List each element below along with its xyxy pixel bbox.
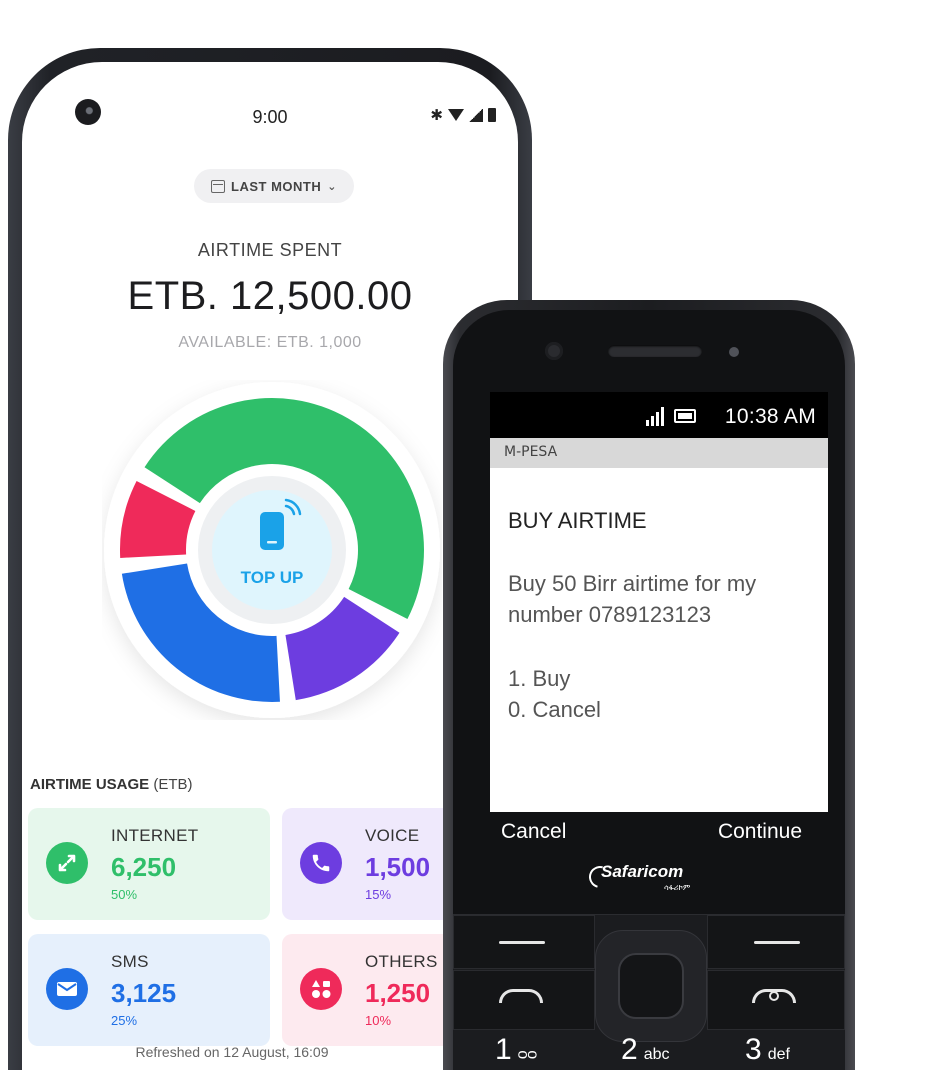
usage-card-value: 3,125 <box>111 978 177 1008</box>
usage-card-internet[interactable]: INTERNET 6,250 50% <box>28 808 270 920</box>
status-icons: ✱ <box>430 106 496 124</box>
key-letters: abc <box>643 1046 670 1063</box>
sensor-icon <box>729 347 739 357</box>
usage-card-value: 1,250 <box>365 978 431 1008</box>
key-digit: 3 <box>745 1033 762 1066</box>
usage-heading: AIRTIME USAGE (ETB) <box>30 776 193 793</box>
battery-icon <box>488 108 496 122</box>
swap-arrows-icon <box>46 842 88 884</box>
usage-card-value: 1,500 <box>365 852 431 882</box>
usage-donut-chart: TOP UP <box>104 382 440 718</box>
end-key[interactable] <box>707 970 845 1030</box>
phone-icon <box>300 842 342 884</box>
feature-phone: 10:38 AM M-PESA BUY AIRTIME Buy 50 Birr … <box>443 300 855 1070</box>
signal-icon <box>469 108 483 122</box>
battery-icon <box>674 409 696 423</box>
usage-donut: TOP UP <box>102 380 442 720</box>
ussd-message: Buy 50 Birr airtime for my number 078912… <box>508 571 757 627</box>
feature-phone-face: 10:38 AM M-PESA BUY AIRTIME Buy 50 Birr … <box>453 310 845 1070</box>
ussd-option-buy[interactable]: 1. Buy <box>508 666 570 692</box>
period-selector[interactable]: LAST MONTH ⌄ <box>194 169 354 203</box>
signal-bars-icon <box>646 406 664 426</box>
ussd-option-cancel[interactable]: 0. Cancel <box>508 697 601 723</box>
call-key[interactable] <box>453 970 595 1030</box>
keypad: 1 ᴑᴑ 2 abc 3 def <box>453 914 845 1070</box>
key-digit: 1 <box>495 1033 512 1066</box>
left-softkey[interactable] <box>453 915 595 969</box>
usage-card-sms[interactable]: SMS 3,125 25% <box>28 934 270 1046</box>
feature-phone-status-bar: 10:38 AM <box>490 392 828 438</box>
right-softkey[interactable] <box>707 915 845 969</box>
usage-card-label: OTHERS <box>365 952 438 971</box>
phone-signal-icon <box>260 512 284 550</box>
camera-icon <box>545 342 563 360</box>
usage-card-label: INTERNET <box>111 826 199 845</box>
ussd-header: M-PESA <box>490 438 828 468</box>
key-3[interactable]: 3 def <box>745 1033 790 1067</box>
usage-heading-unit: (ETB) <box>153 776 193 793</box>
call-icon <box>499 989 543 1003</box>
airtime-spent-amount: ETB. 12,500.00 <box>127 274 413 318</box>
usage-card-percent: 15% <box>365 887 392 902</box>
usage-card-value: 6,250 <box>111 852 177 882</box>
envelope-icon <box>46 968 88 1010</box>
brand-logo: Safaricom <box>601 862 684 881</box>
feature-phone-time: 10:38 AM <box>724 405 816 428</box>
speaker-grille <box>608 345 702 357</box>
ussd-dialog: M-PESA BUY AIRTIME Buy 50 Birr airtime f… <box>490 438 828 812</box>
key-letters: def <box>767 1046 790 1063</box>
chevron-down-icon: ⌄ <box>327 180 337 193</box>
apps-icon <box>300 968 342 1010</box>
usage-card-percent: 50% <box>111 887 138 902</box>
key-1[interactable]: 1 ᴑᴑ <box>495 1033 537 1067</box>
voicemail-icon: ᴑᴑ <box>517 1046 538 1063</box>
refreshed-timestamp: Refreshed on 12 August, 16:09 <box>135 1044 329 1060</box>
usage-heading-title: AIRTIME USAGE <box>30 776 150 793</box>
navigation-dpad[interactable] <box>595 930 707 1042</box>
top-up-button[interactable]: TOP UP <box>212 490 332 610</box>
wifi-icon <box>448 109 464 121</box>
key-2[interactable]: 2 abc <box>621 1033 669 1067</box>
airtime-spent-label: AIRTIME SPENT <box>197 240 343 260</box>
usage-card-percent: 25% <box>111 1013 138 1028</box>
ussd-title: BUY AIRTIME <box>508 508 647 533</box>
dpad-select-button[interactable] <box>618 953 684 1019</box>
brand-logo-sub: ሳፋሪኮም <box>664 883 691 892</box>
calendar-icon <box>211 179 226 193</box>
usage-card-label: VOICE <box>365 826 420 845</box>
usage-card-percent: 10% <box>365 1013 392 1028</box>
period-label: LAST MONTH <box>231 178 322 194</box>
key-digit: 2 <box>621 1033 638 1066</box>
softkey-continue[interactable]: Continue <box>718 820 802 844</box>
softkey-cancel[interactable]: Cancel <box>501 820 566 844</box>
bluetooth-icon: ✱ <box>430 107 443 124</box>
top-up-label: TOP UP <box>241 568 304 587</box>
usage-card-label: SMS <box>111 952 149 971</box>
